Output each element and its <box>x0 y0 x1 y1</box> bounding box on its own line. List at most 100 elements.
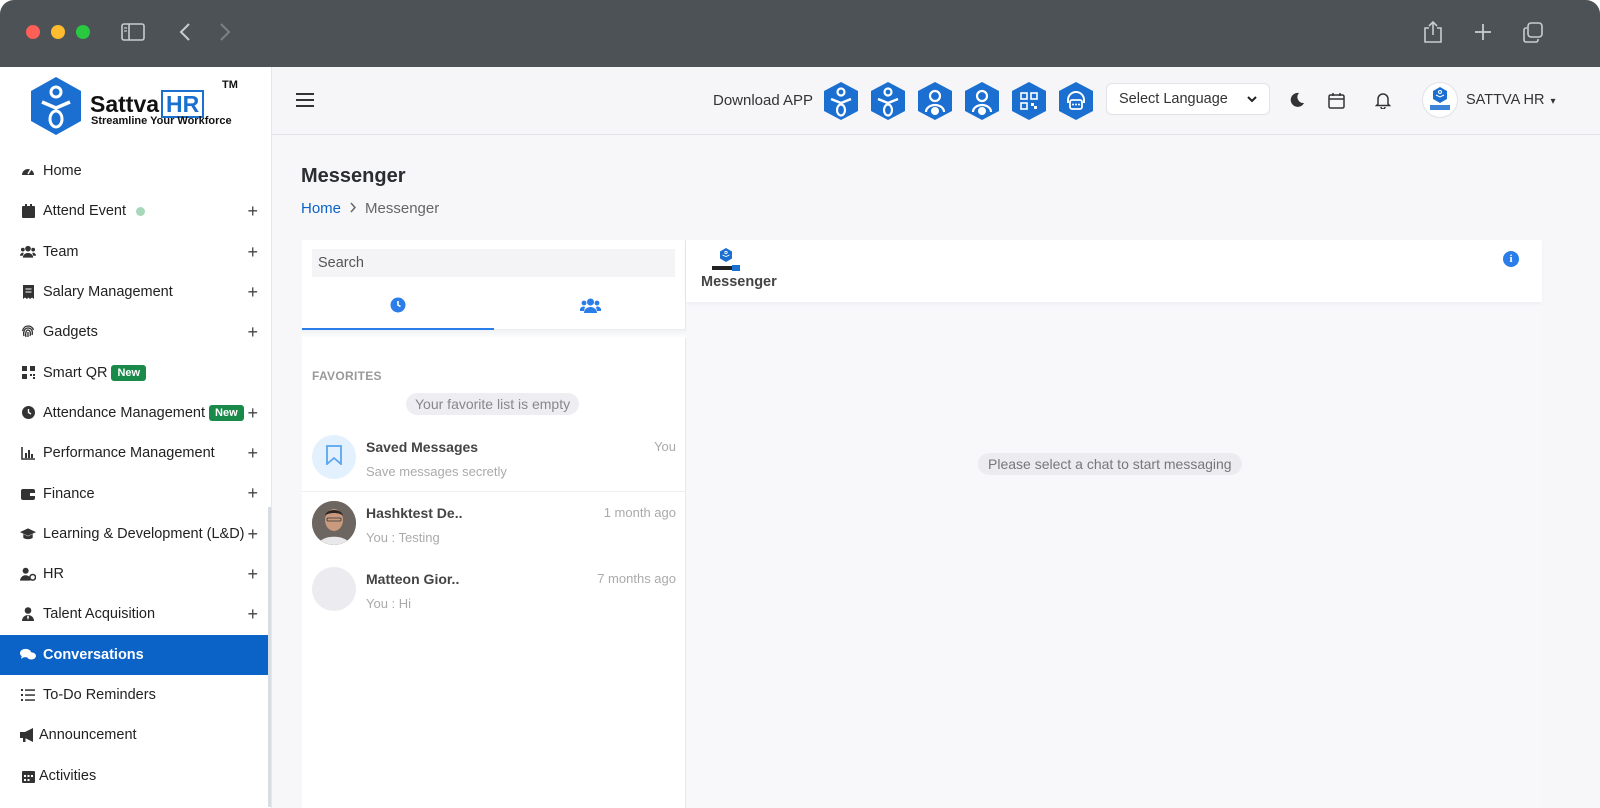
bookmark-avatar <box>312 435 356 479</box>
user-menu[interactable]: SATTVA HR ▾ <box>1466 92 1555 108</box>
expand-plus-icon[interactable]: + <box>247 443 258 464</box>
main-content: Messenger Home Messenger FAVORITES Your … <box>272 135 1600 808</box>
expand-plus-icon[interactable]: + <box>247 242 258 263</box>
expand-plus-icon[interactable]: + <box>247 322 258 343</box>
dark-mode-moon-icon[interactable] <box>1286 89 1308 111</box>
expand-plus-icon[interactable]: + <box>247 403 258 424</box>
sidebar-item-attend-event[interactable]: Attend Event + <box>0 191 270 231</box>
favorites-empty-notice: Your favorite list is empty <box>406 393 580 415</box>
language-select[interactable]: Select Language <box>1106 83 1270 115</box>
list-item-matteon[interactable]: Matteon Gior.. You : Hi 7 months ago <box>302 558 686 624</box>
avatar[interactable] <box>1422 82 1458 118</box>
expand-plus-icon[interactable]: + <box>247 483 258 504</box>
tab-contacts[interactable] <box>494 286 686 330</box>
close-window-button[interactable] <box>26 25 40 39</box>
sidebar-item-gadgets[interactable]: Gadgets + <box>0 312 270 352</box>
hamburger-menu-icon[interactable] <box>296 93 314 112</box>
logo-trademark: TM <box>222 79 238 91</box>
sidebar-item-performance-management[interactable]: Performance Management + <box>0 433 270 473</box>
contact-name: Hashktest De.. <box>366 505 463 521</box>
sattvahr-logo[interactable]: Sattva HR TM Streamline Your Workforce <box>28 75 248 139</box>
favorites-heading: FAVORITES <box>312 369 382 383</box>
sidebar-item-label: Team <box>43 243 79 260</box>
list-item-hashktest[interactable]: Hashktest De.. You : Testing 1 month ago <box>302 492 686 558</box>
new-tab-icon[interactable] <box>1469 18 1497 46</box>
sidebar-toggle-icon[interactable] <box>119 18 147 46</box>
maximize-window-button[interactable] <box>76 25 90 39</box>
back-arrow-icon[interactable] <box>171 18 199 46</box>
sidebar-item-label: Conversations <box>43 646 144 663</box>
chevron-right-icon <box>349 200 357 217</box>
app-download-icon-4[interactable] <box>963 81 1001 121</box>
sidebar-item-announcement[interactable]: Announcement <box>0 715 270 755</box>
caret-down-icon: ▾ <box>1550 96 1556 107</box>
sidebar-item-talent-acquisition[interactable]: Talent Acquisition + <box>0 594 270 634</box>
sidebar-item-team[interactable]: Team + <box>0 232 270 272</box>
sidebar-item-attendance-management[interactable]: Attendance Management New + <box>0 393 270 433</box>
contact-name: Matteon Gior.. <box>366 571 460 587</box>
status-dot <box>136 206 146 216</box>
message-time: You <box>654 439 676 454</box>
page-title: Messenger <box>301 165 406 187</box>
app-download-icon-6[interactable] <box>1057 81 1095 121</box>
sidebar-item-finance[interactable]: Finance + <box>0 473 270 513</box>
receipt-icon <box>20 284 36 300</box>
sidebar-item-label: Activities <box>39 767 97 784</box>
sidebar-item-todo-reminders[interactable]: To-Do Reminders <box>0 675 270 715</box>
sidebar-item-smart-qr[interactable]: Smart QR New <box>0 352 270 392</box>
fingerprint-icon <box>20 324 36 340</box>
sidebar-item-label: Finance <box>43 485 95 502</box>
expand-plus-icon[interactable]: + <box>247 524 258 545</box>
logo-hr-text: HR <box>161 90 205 118</box>
sidebar-item-hr[interactable]: HR + <box>0 554 270 594</box>
messenger-list-panel: FAVORITES Your favorite list is empty Sa… <box>302 240 686 808</box>
contact-photo-avatar <box>312 501 356 545</box>
expand-plus-icon[interactable]: + <box>247 604 258 625</box>
sidebar-item-label: Announcement <box>39 727 137 744</box>
megaphone-icon <box>20 727 36 743</box>
search-input[interactable] <box>312 249 675 277</box>
calendar-icon <box>20 203 36 219</box>
sidebar-item-label: Attendance Management <box>43 404 206 421</box>
sidebar-item-label: Talent Acquisition <box>43 606 156 623</box>
sidebar-item-learning-development[interactable]: Learning & Development (L&D) + <box>0 514 270 554</box>
sidebar-item-home[interactable]: Home <box>0 151 270 191</box>
app-download-icon-1[interactable] <box>822 81 860 121</box>
notification-bell-icon[interactable] <box>1372 89 1394 111</box>
app-download-icon-2[interactable] <box>869 81 907 121</box>
browser-toolbar <box>0 0 1600 67</box>
sidebar: Sattva HR TM Streamline Your Workforce H… <box>0 67 272 808</box>
sidebar-item-conversations[interactable]: Conversations <box>0 634 270 675</box>
tab-recent[interactable] <box>302 286 494 330</box>
expand-plus-icon[interactable]: + <box>247 564 258 585</box>
dashboard-icon <box>20 163 36 179</box>
message-preview: You : Testing <box>366 530 440 545</box>
chart-icon <box>20 445 36 461</box>
app-download-icon-5[interactable] <box>1010 81 1048 121</box>
expand-plus-icon[interactable]: + <box>247 282 258 303</box>
user-name-label: SATTVA HR <box>1466 92 1545 108</box>
download-app-label: Download APP <box>713 92 814 109</box>
clock-icon <box>20 405 36 421</box>
sidebar-scrollbar[interactable] <box>268 507 271 807</box>
sidebar-item-label: HR <box>43 566 64 583</box>
sidebar-item-label: Performance Management <box>43 445 215 462</box>
sidebar-item-salary-management[interactable]: Salary Management + <box>0 272 270 312</box>
tab-overview-icon[interactable] <box>1519 18 1547 46</box>
users-icon <box>579 298 601 318</box>
minimize-window-button[interactable] <box>51 25 65 39</box>
chat-title: Messenger <box>701 274 777 290</box>
forward-arrow-icon[interactable] <box>211 18 239 46</box>
logo-brand-text: Sattva <box>90 90 160 117</box>
list-item-saved-messages[interactable]: Saved Messages Save messages secretly Yo… <box>302 426 686 492</box>
new-badge: New <box>209 404 244 421</box>
language-select-value: Select Language <box>1119 91 1228 107</box>
breadcrumb-home-link[interactable]: Home <box>301 200 341 217</box>
share-icon[interactable] <box>1419 18 1447 46</box>
clock-icon <box>390 297 406 318</box>
info-icon[interactable]: i <box>1503 251 1519 267</box>
app-download-icon-3[interactable] <box>916 81 954 121</box>
expand-plus-icon[interactable]: + <box>247 201 258 222</box>
calendar-icon[interactable] <box>1325 89 1347 111</box>
sidebar-item-activities[interactable]: Activities <box>0 755 270 795</box>
